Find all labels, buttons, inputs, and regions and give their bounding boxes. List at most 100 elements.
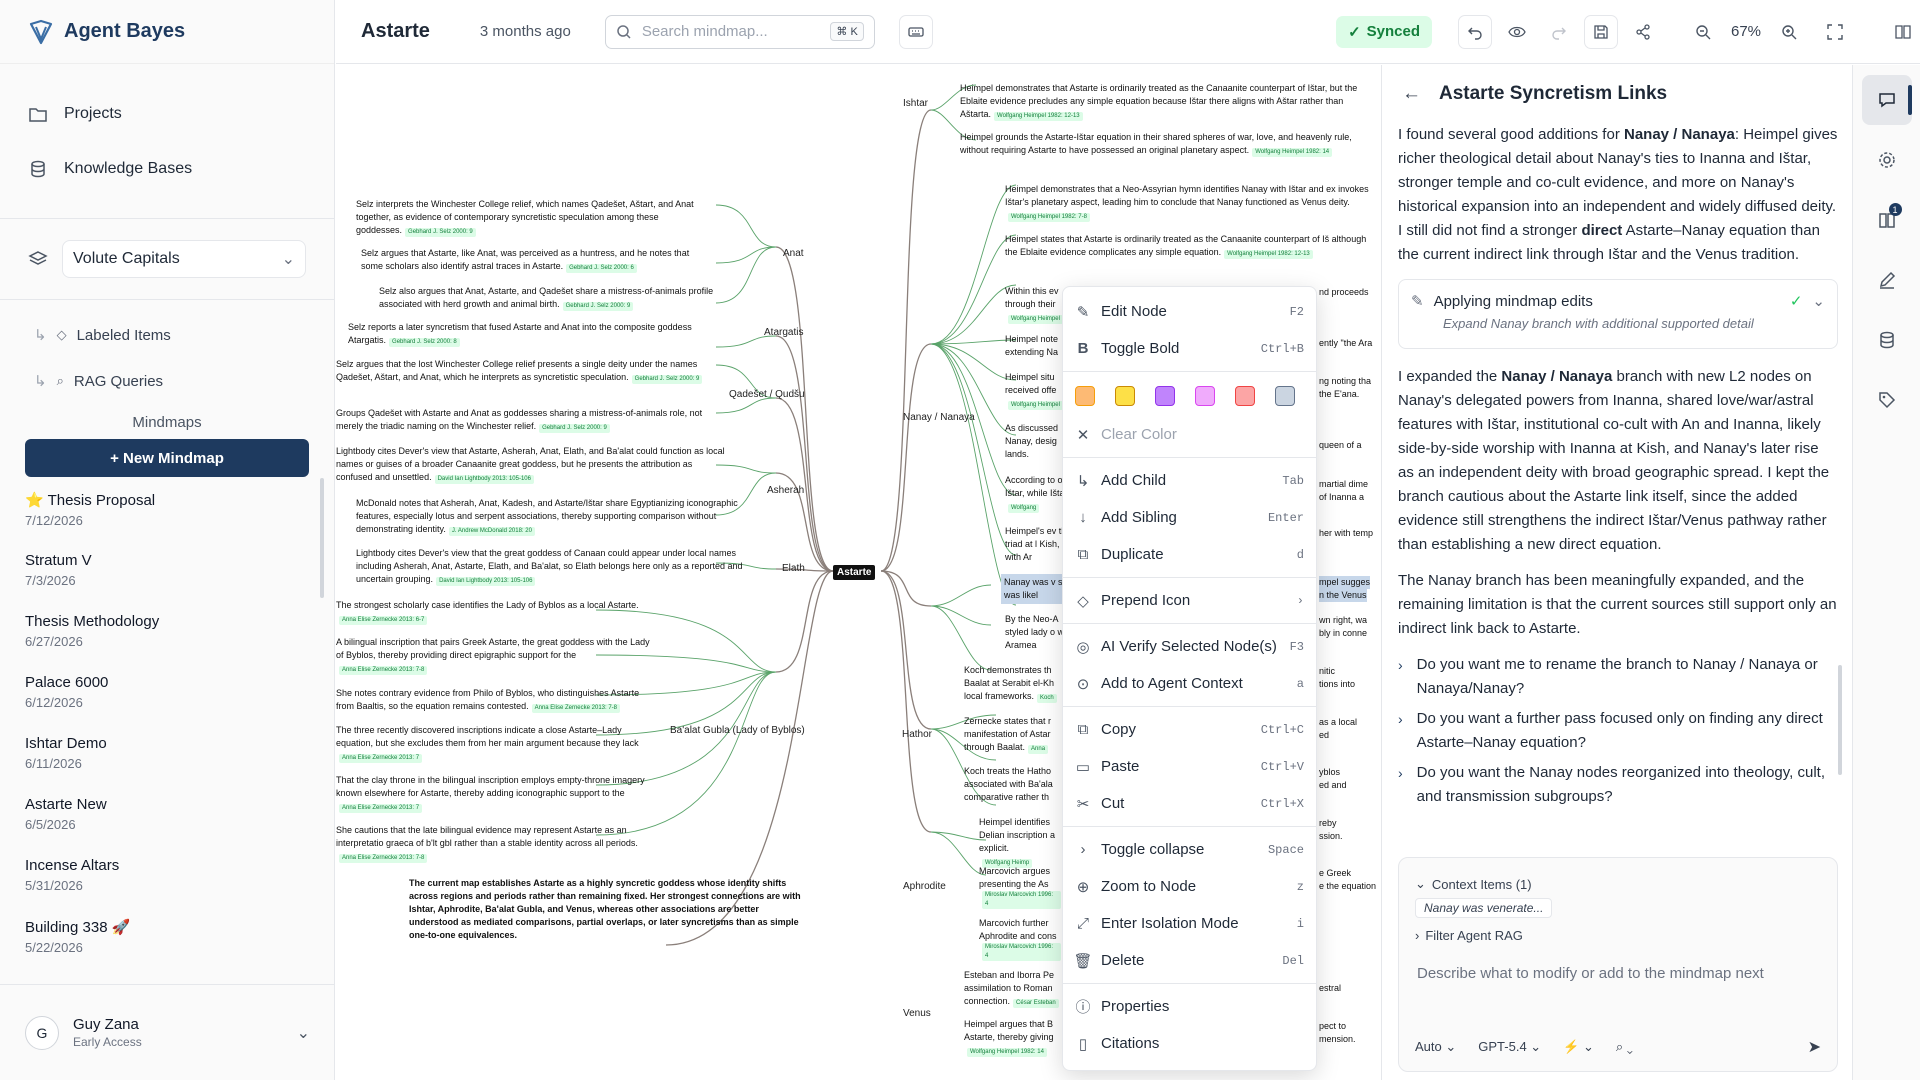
chevron-down-icon[interactable]: ⌄ — [1812, 290, 1825, 314]
map-node[interactable]: She notes contrary evidence from Philo o… — [336, 687, 656, 713]
menu-paste[interactable]: ▭ Paste Ctrl+V — [1063, 748, 1316, 785]
mindmap-item[interactable]: Building 338 🚀 5/22/2026 — [25, 918, 334, 979]
library-tab[interactable]: 1 — [1862, 195, 1912, 245]
menu-cut[interactable]: ✂ Cut Ctrl+X — [1063, 785, 1316, 822]
lightning-icon[interactable]: ⚡ ⌄ — [1563, 1039, 1594, 1055]
nav-knowledge-bases[interactable]: Knowledge Bases — [0, 141, 334, 196]
root-node[interactable]: Astarte — [833, 565, 876, 580]
map-node[interactable]: Heimpel argues that B Astarte, thereby g… — [964, 1018, 1062, 1057]
map-node[interactable]: Selz interprets the Winchester College r… — [356, 198, 696, 237]
branch-qadeset[interactable]: Qadešet / Qudšu — [729, 389, 805, 400]
map-node[interactable]: Koch demonstrates th Baalat at Serabit e… — [964, 664, 1062, 703]
branch-nanay[interactable]: Nanay / Nanaya — [903, 412, 975, 423]
sidebar-scrollbar[interactable] — [320, 478, 324, 598]
color-swatch-pink[interactable] — [1195, 386, 1215, 406]
map-node[interactable]: McDonald notes that Asherah, Anat, Kades… — [356, 497, 756, 536]
menu-citations[interactable]: ▯ Citations — [1063, 1025, 1316, 1062]
branch-venus[interactable]: Venus — [903, 1008, 931, 1019]
edit-tab[interactable] — [1862, 255, 1912, 305]
menu-properties[interactable]: ⓘ Properties — [1063, 988, 1316, 1025]
back-arrow-icon[interactable]: ← — [1402, 83, 1421, 105]
map-node[interactable]: That the clay throne in the bilingual in… — [336, 774, 656, 813]
menu-add-child[interactable]: ↳ Add Child Tab — [1063, 462, 1316, 499]
map-node[interactable]: Selz reports a later syncretism that fus… — [348, 321, 718, 347]
map-node[interactable]: Heimpel demonstrates that Astarte is ord… — [960, 82, 1370, 121]
branch-ishtar[interactable]: Ishtar — [903, 98, 928, 109]
map-node[interactable]: Marcovich further Aphrodite and cons Miro… — [979, 917, 1061, 961]
menu-isolation-mode[interactable]: ⤢ Enter Isolation Mode i — [1063, 905, 1316, 942]
branch-asherah[interactable]: Asherah — [767, 485, 804, 496]
settings-tab[interactable] — [1862, 135, 1912, 185]
model-select[interactable]: GPT-5.4 ⌄ — [1478, 1039, 1541, 1055]
menu-zoom-to-node[interactable]: ⊕ Zoom to Node z — [1063, 868, 1316, 905]
map-node[interactable]: Heimpel grounds the Astarte-Ištar equati… — [960, 131, 1370, 157]
summary-node[interactable]: The current map establishes Astarte as a… — [409, 877, 809, 942]
menu-prepend-icon[interactable]: ◇ Prepend Icon › — [1063, 582, 1316, 619]
suggested-question[interactable]: › Do you want a further pass focused only… — [1398, 707, 1838, 755]
context-items-toggle[interactable]: ⌄ Context Items (1) — [1399, 858, 1837, 892]
map-node[interactable]: The three recently discovered inscriptio… — [336, 724, 656, 763]
branch-hathor[interactable]: Hathor — [902, 729, 932, 740]
map-node[interactable]: Selz also argues that Anat, Astarte, and… — [379, 285, 719, 311]
branch-aphrodite[interactable]: Aphrodite — [903, 881, 946, 892]
save-button[interactable] — [1584, 14, 1618, 49]
search-input[interactable]: Search mindmap... ⌘ K — [604, 14, 875, 49]
mindmap-item[interactable]: Astarte New 6/5/2026 — [25, 796, 334, 857]
suggested-question[interactable]: › Do you want the Nanay nodes reorganized… — [1398, 761, 1838, 809]
menu-toggle-bold[interactable]: B Toggle Bold Ctrl+B — [1063, 330, 1316, 367]
map-node[interactable]: Lightbody cites Dever's view that Astart… — [336, 445, 731, 484]
keyboard-button[interactable] — [898, 14, 933, 49]
color-swatch-orange[interactable] — [1075, 386, 1095, 406]
branch-elath[interactable]: Elath — [782, 563, 805, 574]
search-icon[interactable]: ⌕ ⌄ — [1616, 1039, 1633, 1055]
map-node[interactable]: Marcovich argues presenting the As Mirosl… — [979, 865, 1061, 909]
color-swatch-yellow[interactable] — [1115, 386, 1135, 406]
color-swatch-purple[interactable] — [1155, 386, 1175, 406]
nav-projects[interactable]: Projects — [0, 86, 334, 141]
map-node[interactable]: Selz argues that the lost Winchester Col… — [336, 358, 716, 384]
map-node[interactable]: Selz argues that Astarte, like Anat, was… — [361, 247, 706, 273]
menu-add-sibling[interactable]: ↓ Add Sibling Enter — [1063, 499, 1316, 536]
menu-copy[interactable]: ⧉ Copy Ctrl+C — [1063, 711, 1316, 748]
mindmap-item[interactable]: Palace 6000 6/12/2026 — [25, 674, 334, 735]
mode-select[interactable]: Auto ⌄ — [1415, 1039, 1456, 1055]
share-button[interactable] — [1626, 14, 1660, 49]
menu-toggle-collapse[interactable]: › Toggle collapse Space — [1063, 831, 1316, 868]
map-node[interactable]: Lightbody cites Dever's view that the gr… — [356, 547, 756, 586]
mindmap-item[interactable]: ⭐ Thesis Proposal 7/12/2026 — [25, 491, 334, 552]
workspace-select[interactable]: Volute Capitals ⌄ — [62, 240, 306, 278]
panel-scrollbar[interactable] — [1838, 665, 1842, 775]
menu-clear-color[interactable]: ✕ Clear Color — [1063, 416, 1316, 453]
menu-ai-verify[interactable]: ◎ AI Verify Selected Node(s) F3 — [1063, 628, 1316, 665]
branch-anat[interactable]: Anat — [783, 248, 804, 259]
new-mindmap-button[interactable]: + New Mindmap — [25, 439, 309, 477]
branch-baalat-gubla[interactable]: Ba'alat Gubla (Lady of Byblos) — [670, 725, 805, 736]
chat-input[interactable]: Describe what to modify or add to the mi… — [1399, 943, 1837, 982]
redo-button[interactable] — [1542, 14, 1576, 49]
color-swatch-red[interactable] — [1235, 386, 1255, 406]
filter-rag-toggle[interactable]: › Filter Agent RAG — [1399, 918, 1837, 943]
zoom-out-button[interactable] — [1686, 14, 1720, 49]
menu-add-to-context[interactable]: ⊙ Add to Agent Context a — [1063, 665, 1316, 702]
map-node[interactable]: The strongest scholarly case identifies … — [336, 599, 656, 625]
undo-button[interactable] — [1458, 14, 1492, 49]
map-node[interactable]: Groups Qadešet with Astarte and Anat as … — [336, 407, 706, 433]
mindmap-item[interactable]: Ishtar Demo 6/11/2026 — [25, 735, 334, 796]
mindmap-item[interactable]: Incense Altars 5/31/2026 — [25, 857, 334, 918]
map-node[interactable]: A bilingual inscription that pairs Greek… — [336, 636, 656, 675]
menu-edit-node[interactable]: ✎ Edit Node F2 — [1063, 293, 1316, 330]
database-tab[interactable] — [1862, 315, 1912, 365]
chat-tab[interactable] — [1861, 75, 1912, 125]
map-node[interactable]: Heimpel identifies Delian inscription a … — [979, 816, 1061, 868]
color-swatch-slate[interactable] — [1275, 386, 1295, 406]
menu-duplicate[interactable]: ⧉ Duplicate d — [1063, 536, 1316, 573]
map-node[interactable]: Heimpel states that Astarte is ordinaril… — [1005, 233, 1380, 259]
tool-call-card[interactable]: ✎ Applying mindmap edits ✓ ⌄ Expand Nanay b… — [1398, 279, 1838, 349]
suggested-question[interactable]: › Do you want me to rename the branch to … — [1398, 653, 1838, 701]
map-node[interactable]: Esteban and Iborra Pe assimilation to Ro… — [964, 969, 1062, 1008]
sub-item-rag-queries[interactable]: ↳ ⌕ RAG Queries — [0, 358, 334, 404]
map-node[interactable]: She cautions that the late bilingual evi… — [336, 824, 656, 863]
context-chip[interactable]: Nanay was venerate... — [1415, 898, 1553, 918]
send-icon[interactable]: ➤ — [1808, 1037, 1821, 1057]
preview-button[interactable] — [1500, 14, 1534, 49]
